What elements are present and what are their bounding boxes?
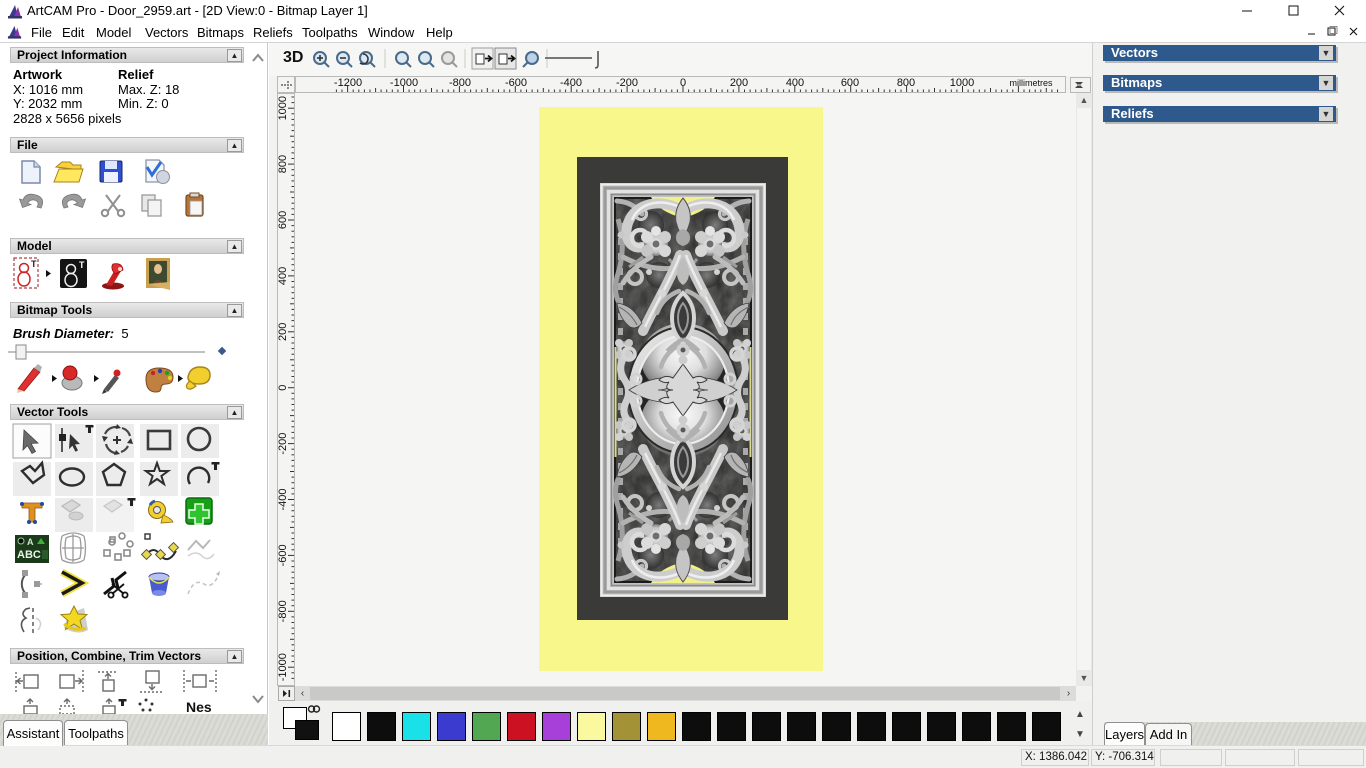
svg-text:millimetres: millimetres — [1009, 78, 1053, 88]
svg-text:-600: -600 — [278, 544, 289, 566]
svg-text:1000: 1000 — [278, 96, 289, 120]
svg-text:-800: -800 — [278, 600, 289, 622]
svg-text:ABC: ABC — [17, 549, 41, 561]
svg-text:400: 400 — [278, 267, 289, 285]
svg-text:600: 600 — [841, 77, 859, 89]
svg-text:T: T — [31, 259, 37, 269]
svg-text:Nes: Nes — [186, 699, 212, 714]
svg-text:600: 600 — [278, 211, 289, 229]
svg-text:800: 800 — [897, 77, 915, 89]
svg-text:-400: -400 — [278, 488, 289, 510]
svg-text:T: T — [79, 260, 85, 270]
svg-text:A: A — [27, 537, 34, 547]
svg-text:0: 0 — [278, 385, 289, 391]
svg-text:-200: -200 — [278, 433, 289, 455]
svg-text:800: 800 — [278, 155, 289, 173]
svg-text:200: 200 — [278, 323, 289, 341]
svg-text:-800: -800 — [449, 77, 471, 89]
svg-text:-600: -600 — [505, 77, 527, 89]
svg-text:-1000: -1000 — [278, 653, 289, 681]
